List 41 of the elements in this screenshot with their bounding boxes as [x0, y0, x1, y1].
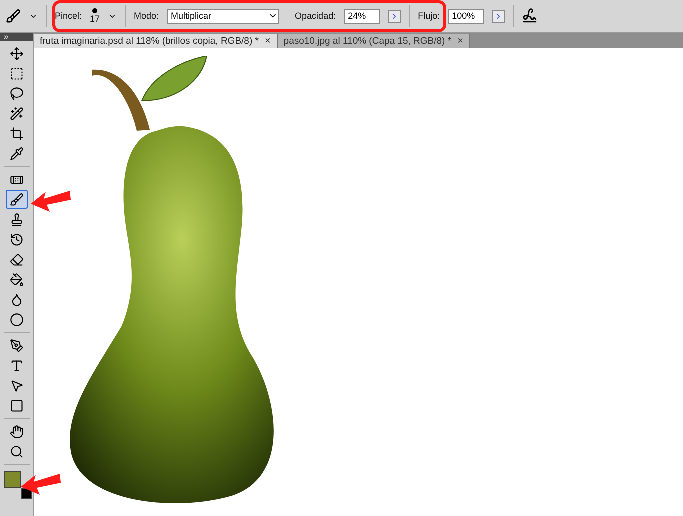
stamp-icon [10, 212, 24, 226]
opacity-stepper[interactable] [388, 10, 402, 22]
lasso-icon [10, 86, 24, 100]
circle-icon [10, 312, 24, 326]
airbrush-icon[interactable] [522, 8, 538, 24]
hand-icon [10, 424, 24, 438]
text-icon [10, 358, 24, 372]
brush-tool[interactable] [6, 190, 28, 209]
annotation-arrow [20, 471, 62, 497]
close-button[interactable]: × [458, 36, 464, 46]
search-icon [10, 444, 24, 458]
dashed-square-icon [10, 66, 24, 80]
mode-label: Modo: [134, 11, 160, 21]
arrow-pointer-icon [10, 378, 24, 392]
annotation-arrow [30, 188, 72, 214]
opacity-field[interactable]: 24% [344, 8, 380, 24]
flow-stepper[interactable] [492, 10, 506, 22]
document-tab[interactable]: paso10.jpg al 110% (Capa 15, RGB/8) * × [278, 34, 470, 48]
brush-icon [10, 192, 24, 206]
close-button[interactable]: × [264, 36, 271, 46]
flow-field[interactable]: 100% [448, 8, 484, 24]
wand-icon [10, 106, 24, 120]
eraser-icon [10, 252, 24, 266]
brush-size: 17 [90, 14, 100, 24]
brush-label: Pincel: [55, 11, 82, 21]
flow-label: Flujo: [418, 11, 440, 21]
foreground-swatch[interactable] [4, 471, 20, 488]
document-tab[interactable]: fruta imaginaria.psd al 118% (brillos copia, RGB/8) * × [34, 34, 278, 48]
rectangle-icon [10, 398, 24, 412]
opacity-label: Opacidad: [295, 11, 336, 21]
move-icon [10, 46, 24, 60]
crop-icon [10, 126, 24, 140]
droplet-icon [10, 292, 24, 306]
paint-bucket-icon [10, 272, 24, 286]
eyedropper-icon [10, 146, 24, 160]
expand-icon[interactable] [3, 34, 10, 40]
pen-icon [10, 338, 24, 352]
brush-icon[interactable] [6, 8, 21, 24]
brush-tip-icon [92, 8, 98, 14]
mode-dropdown[interactable]: Multiplicar [167, 8, 280, 24]
history-brush-icon [10, 232, 24, 246]
